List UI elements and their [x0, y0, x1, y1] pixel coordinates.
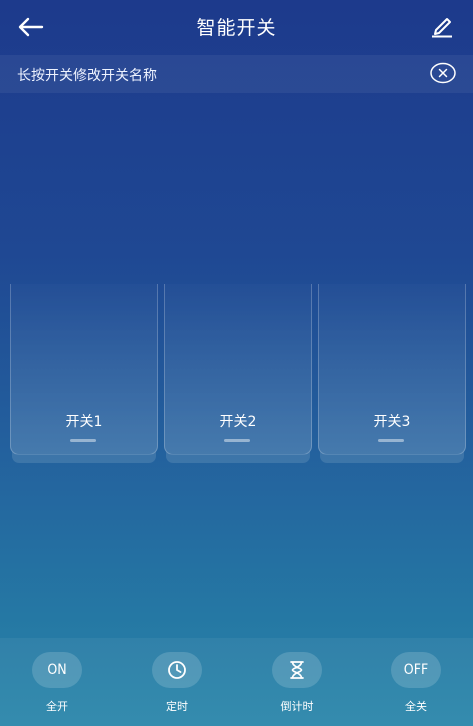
timer-button[interactable]: 定时	[137, 652, 217, 722]
switch-2[interactable]: 开关2	[164, 284, 312, 455]
hint-banner: 长按开关修改开关名称	[0, 55, 473, 93]
clock-icon	[168, 661, 186, 679]
hint-close-button[interactable]	[430, 62, 456, 84]
action-label: 全开	[46, 700, 68, 713]
on-text-icon: ON	[32, 652, 82, 688]
hourglass-icon	[290, 661, 304, 679]
switch-label: 开关2	[219, 414, 257, 430]
action-label: 全关	[405, 700, 427, 713]
all-off-button[interactable]: OFF 全关	[376, 652, 456, 722]
switch-panel-group: 开关1 开关2 开关3	[0, 284, 473, 469]
timer-icon-badge	[152, 652, 202, 688]
action-label: 倒计时	[280, 700, 314, 713]
close-circle-icon	[430, 62, 456, 84]
countdown-icon-badge	[272, 652, 322, 688]
countdown-button[interactable]: 倒计时	[257, 652, 337, 722]
app-header: 智能开关	[0, 0, 473, 54]
all-on-button[interactable]: ON 全开	[17, 652, 97, 722]
pencil-icon	[432, 18, 452, 38]
off-text-icon: OFF	[391, 652, 441, 688]
switch-indicator	[378, 439, 404, 442]
hint-text: 长按开关修改开关名称	[17, 68, 157, 84]
edit-button[interactable]	[425, 12, 459, 42]
switch-label: 开关1	[65, 414, 103, 430]
switch-3[interactable]: 开关3	[318, 284, 466, 455]
bottom-action-bar: ON 全开 定时 倒计时 OFF 全关	[0, 638, 473, 726]
switch-1[interactable]: 开关1	[10, 284, 158, 455]
switch-label: 开关3	[373, 414, 411, 430]
switch-indicator	[224, 439, 250, 442]
action-label: 定时	[166, 700, 188, 713]
switch-indicator	[70, 439, 96, 442]
page-title: 智能开关	[196, 17, 277, 39]
